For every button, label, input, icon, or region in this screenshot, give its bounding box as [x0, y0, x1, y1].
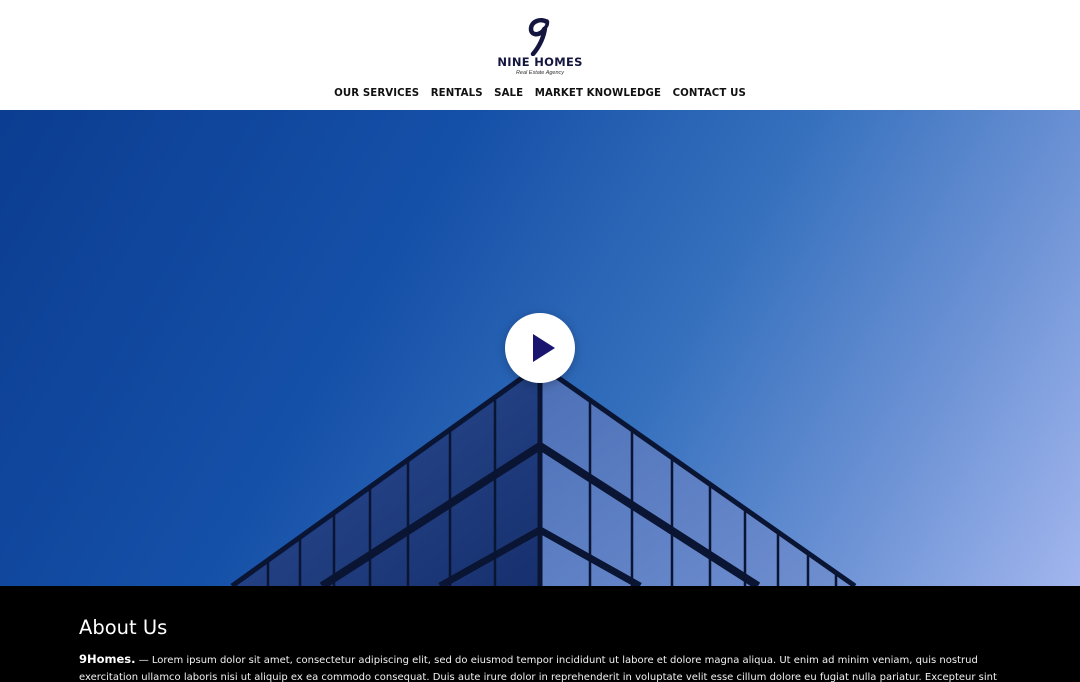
- nav-item-contact-us[interactable]: CONTACT US: [673, 88, 746, 99]
- nav-item-market-knowledge[interactable]: MARKET KNOWLEDGE: [535, 88, 661, 99]
- about-body-text: — Lorem ipsum dolor sit amet, consectetu…: [79, 655, 997, 682]
- nav-item-rentals[interactable]: RENTALS: [431, 88, 483, 99]
- logo-nine-mark: [528, 18, 550, 56]
- about-brand: 9Homes.: [79, 652, 136, 666]
- hero-video: [0, 110, 1080, 586]
- site-logo[interactable]: NINE HOMES Real Estate Agency: [490, 16, 590, 82]
- nav-item-sale[interactable]: SALE: [494, 88, 523, 99]
- brand-tagline: Real Estate Agency: [515, 70, 565, 76]
- main-nav: OUR SERVICES RENTALS SALE MARKET KNOWLED…: [0, 88, 1080, 99]
- about-title: About Us: [79, 616, 168, 639]
- about-section: About Us 9Homes. — Lorem ipsum dolor sit…: [0, 586, 1080, 682]
- play-icon: [533, 334, 555, 362]
- play-video-button[interactable]: [505, 313, 575, 383]
- about-paragraph: 9Homes. — Lorem ipsum dolor sit amet, co…: [79, 651, 1004, 682]
- brand-name: NINE HOMES: [497, 55, 583, 69]
- nav-item-our-services[interactable]: OUR SERVICES: [334, 88, 419, 99]
- site-header: NINE HOMES Real Estate Agency OUR SERVIC…: [0, 0, 1080, 110]
